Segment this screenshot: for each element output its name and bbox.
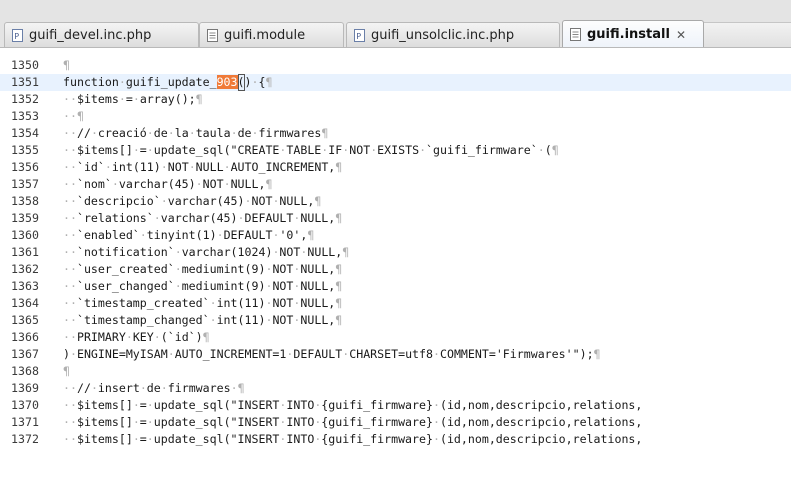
code-line[interactable]: 1361 ··`notification`·varchar(1024)·NOT·N… xyxy=(0,244,791,261)
text-file-icon xyxy=(207,29,218,42)
code-line[interactable]: 1353 ··¶ xyxy=(0,108,791,125)
line-number: 1360 xyxy=(11,228,39,242)
code-line[interactable]: 1357 ··`nom`·varchar(45)·NOT·NULL,¶ xyxy=(0,176,791,193)
code-line[interactable]: 1366 ··PRIMARY·KEY·(`id`)¶ xyxy=(0,329,791,346)
code-text[interactable]: ··//·creació·de·la·taula·de·firmwares¶ xyxy=(63,125,328,142)
line-number: 1369 xyxy=(11,381,39,395)
code-text[interactable]: ··$items[]·=·update_sql("CREATE·TABLE·IF… xyxy=(63,142,559,159)
line-number: 1364 xyxy=(11,296,39,310)
code-text[interactable]: ··`id`·int(11)·NOT·NULL·AUTO_INCREMENT,¶ xyxy=(63,159,342,176)
line-number: 1351 xyxy=(11,75,39,89)
line-number: 1371 xyxy=(11,415,39,429)
tab-label: guifi_unsolclic.inc.php xyxy=(371,28,515,43)
code-text[interactable]: ··//·insert·de·firmwares·¶ xyxy=(63,380,245,397)
code-line[interactable]: 1358 ··`descripcio`·varchar(45)·NOT·NULL,… xyxy=(0,193,791,210)
code-text[interactable]: ··`user_changed`·mediumint(9)·NOT·NULL,¶ xyxy=(63,278,342,295)
code-line[interactable]: 1372 ··$items[]·=·update_sql("INSERT·INTO… xyxy=(0,431,791,448)
line-number: 1353 xyxy=(11,109,39,123)
tab-bar-empty-area xyxy=(704,22,791,48)
code-line[interactable]: 1356 ··`id`·int(11)·NOT·NULL·AUTO_INCREME… xyxy=(0,159,791,176)
code-line[interactable]: 1365 ··`timestamp_changed`·int(11)·NOT·NU… xyxy=(0,312,791,329)
php-file-icon: P xyxy=(12,29,23,42)
tab-label: guifi.module xyxy=(224,28,306,43)
code-text[interactable]: ··$items·=·array();¶ xyxy=(63,91,203,108)
line-number: 1352 xyxy=(11,92,39,106)
code-line[interactable]: 1363 ··`user_changed`·mediumint(9)·NOT·NU… xyxy=(0,278,791,295)
code-text[interactable]: ··$items[]·=·update_sql("INSERT·INTO·{gu… xyxy=(63,397,642,414)
code-text[interactable]: ··`enabled`·tinyint(1)·DEFAULT·'0',¶ xyxy=(63,227,314,244)
code-line[interactable]: 1367 )·ENGINE=MyISAM·AUTO_INCREMENT=1·DEF… xyxy=(0,346,791,363)
code-text[interactable]: )·ENGINE=MyISAM·AUTO_INCREMENT=1·DEFAULT… xyxy=(63,346,601,363)
code-text[interactable]: ··`user_created`·mediumint(9)·NOT·NULL,¶ xyxy=(63,261,342,278)
tab-label: guifi.install xyxy=(587,27,670,42)
code-text[interactable]: ··`notification`·varchar(1024)·NOT·NULL,… xyxy=(63,244,349,261)
tab-guifi-module[interactable]: guifi.module xyxy=(199,22,344,48)
line-number: 1370 xyxy=(11,398,39,412)
code-text[interactable]: ··`descripcio`·varchar(45)·NOT·NULL,¶ xyxy=(63,193,321,210)
selected-text[interactable]: 903 xyxy=(216,75,238,89)
code-line[interactable]: 1371 ··$items[]·=·update_sql("INSERT·INTO… xyxy=(0,414,791,431)
tab-guifi-install[interactable]: guifi.install ✕ xyxy=(562,20,704,48)
code-text[interactable]: ··$items[]·=·update_sql("INSERT·INTO·{gu… xyxy=(63,431,642,448)
code-text[interactable]: function·guifi_update_903()·{¶ xyxy=(63,74,272,91)
line-number: 1350 xyxy=(11,58,39,72)
code-line[interactable]: 1352 ··$items·=·array();¶ xyxy=(0,91,791,108)
php-file-icon: P xyxy=(354,29,365,42)
code-line[interactable]: 1359 ··`relations`·varchar(45)·DEFAULT·NU… xyxy=(0,210,791,227)
tab-guifi-devel-inc-php[interactable]: P guifi_devel.inc.php xyxy=(4,22,199,48)
line-number: 1366 xyxy=(11,330,39,344)
code-line[interactable]: 1350 ¶ xyxy=(0,57,791,74)
code-line[interactable]: 1360 ··`enabled`·tinyint(1)·DEFAULT·'0',¶ xyxy=(0,227,791,244)
line-number: 1372 xyxy=(11,432,39,446)
line-number: 1368 xyxy=(11,364,39,378)
code-text[interactable]: ··¶ xyxy=(63,108,84,125)
editor-tab-bar: P guifi_devel.inc.php guifi.module P gui… xyxy=(0,0,791,48)
line-number: 1363 xyxy=(11,279,39,293)
line-number: 1367 xyxy=(11,347,39,361)
line-number: 1354 xyxy=(11,126,39,140)
line-number: 1356 xyxy=(11,160,39,174)
code-line[interactable]: 1354 ··//·creació·de·la·taula·de·firmware… xyxy=(0,125,791,142)
code-text[interactable]: ··`timestamp_created`·int(11)·NOT·NULL,¶ xyxy=(63,295,342,312)
svg-text:P: P xyxy=(356,32,361,41)
text-file-icon xyxy=(570,28,581,41)
code-text[interactable]: ¶ xyxy=(63,57,70,74)
line-number: 1365 xyxy=(11,313,39,327)
close-tab-icon[interactable]: ✕ xyxy=(676,28,686,42)
code-text[interactable]: ··$items[]·=·update_sql("INSERT·INTO·{gu… xyxy=(63,414,642,431)
line-number: 1357 xyxy=(11,177,39,191)
code-text[interactable]: ··PRIMARY·KEY·(`id`)¶ xyxy=(63,329,210,346)
code-text[interactable]: ¶ xyxy=(63,363,70,380)
code-line[interactable]: 1362 ··`user_created`·mediumint(9)·NOT·NU… xyxy=(0,261,791,278)
code-line[interactable]: 1369 ··//·insert·de·firmwares·¶ xyxy=(0,380,791,397)
code-line[interactable]: 1368 ¶ xyxy=(0,363,791,380)
line-number: 1355 xyxy=(11,143,39,157)
code-text[interactable]: ··`timestamp_changed`·int(11)·NOT·NULL,¶ xyxy=(63,312,342,329)
code-line[interactable]: 1370 ··$items[]·=·update_sql("INSERT·INTO… xyxy=(0,397,791,414)
line-number: 1359 xyxy=(11,211,39,225)
tab-guifi-unsolclic-inc-php[interactable]: P guifi_unsolclic.inc.php xyxy=(346,22,560,48)
bracket-match-highlight: ( xyxy=(237,74,245,91)
line-number: 1361 xyxy=(11,245,39,259)
code-line[interactable]: 1355 ··$items[]·=·update_sql("CREATE·TABL… xyxy=(0,142,791,159)
code-line[interactable]: 1351 function·guifi_update_903()·{¶ xyxy=(0,74,791,91)
tab-label: guifi_devel.inc.php xyxy=(29,28,152,43)
code-line[interactable]: 1364 ··`timestamp_created`·int(11)·NOT·NU… xyxy=(0,295,791,312)
line-number: 1358 xyxy=(11,194,39,208)
code-text[interactable]: ··`relations`·varchar(45)·DEFAULT·NULL,¶ xyxy=(63,210,342,227)
code-editor[interactable]: 1350 ¶ 1351 function·guifi_update_903()·{¶ 1… xyxy=(0,48,791,486)
line-number: 1362 xyxy=(11,262,39,276)
code-text[interactable]: ··`nom`·varchar(45)·NOT·NULL,¶ xyxy=(63,176,272,193)
svg-text:P: P xyxy=(14,32,19,41)
